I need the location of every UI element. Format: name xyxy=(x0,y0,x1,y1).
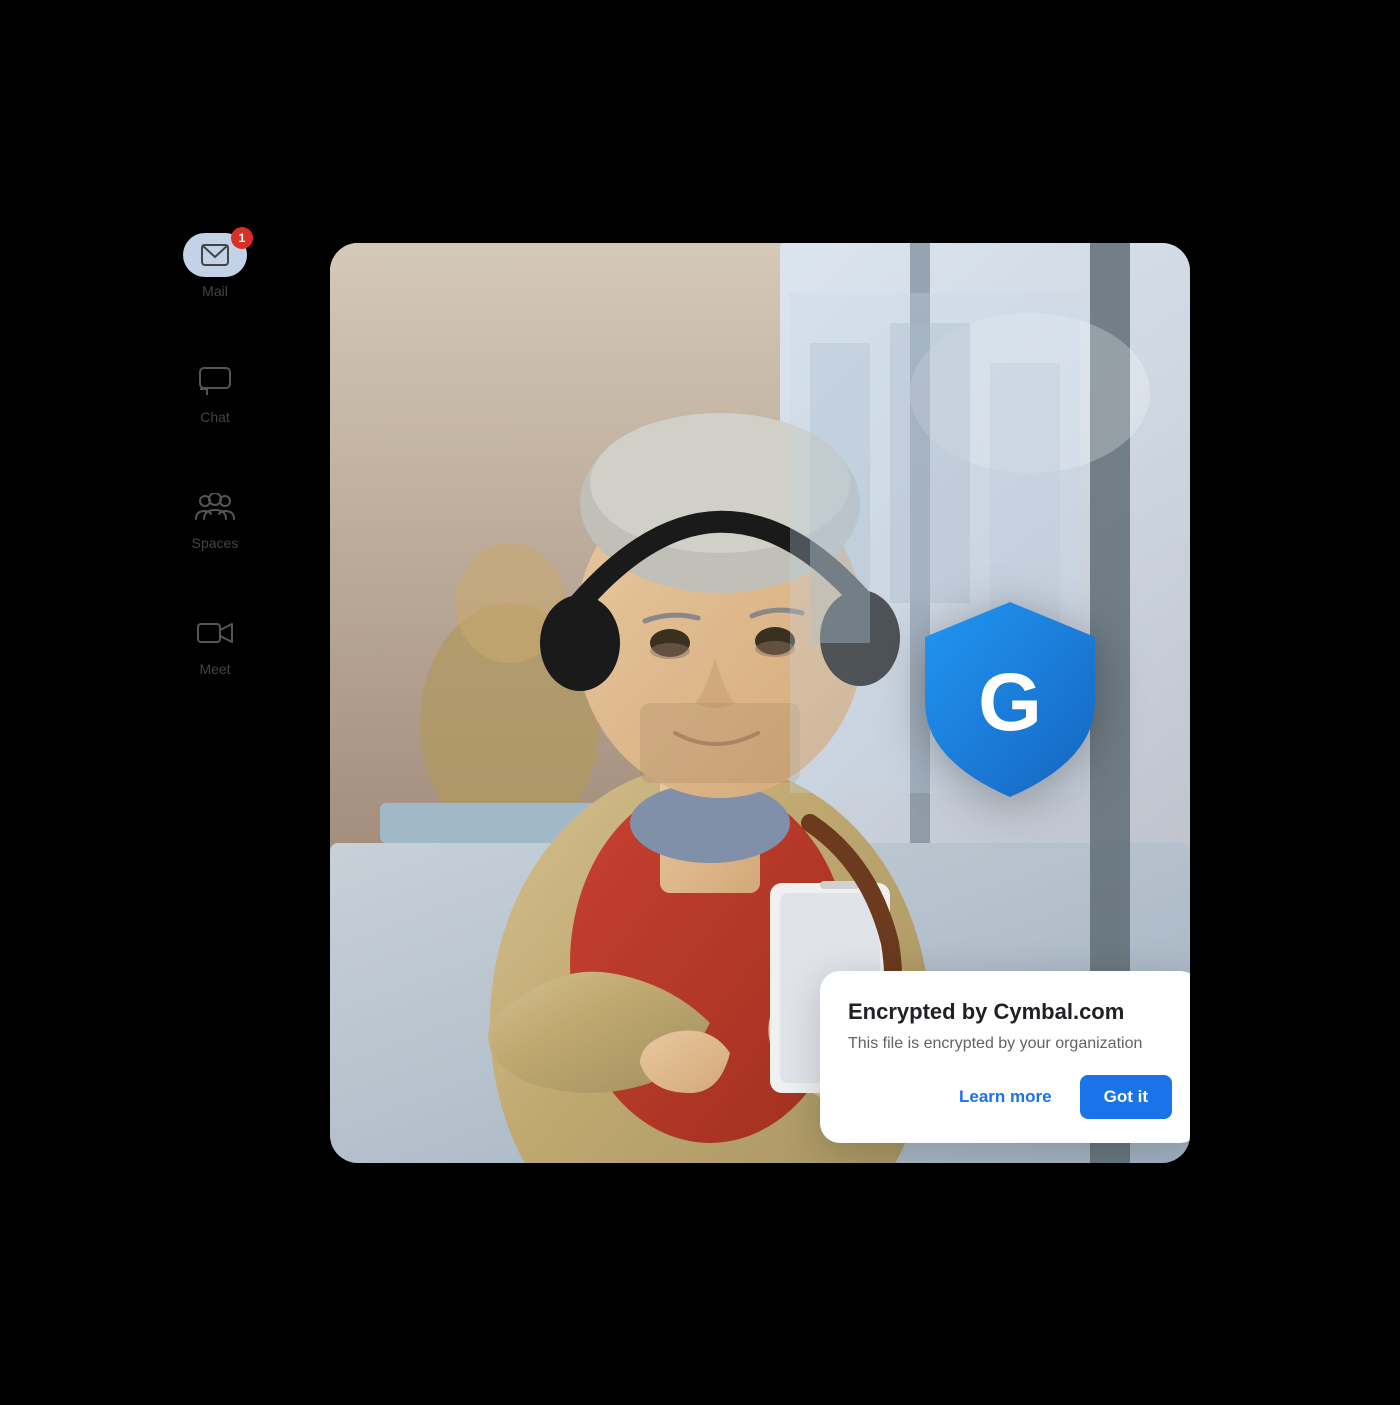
sidebar-item-mail-label: Mail xyxy=(202,283,228,299)
sidebar-item-chat-label: Chat xyxy=(200,409,230,425)
encryption-title: Encrypted by Cymbal.com xyxy=(848,999,1172,1025)
spaces-icon xyxy=(195,493,235,521)
scene: 1 Mail Chat xyxy=(150,153,1250,1253)
google-shield-icon: G xyxy=(910,592,1110,812)
sidebar-item-meet[interactable]: Meet xyxy=(193,611,237,677)
chat-icon-wrapper xyxy=(193,359,237,403)
spaces-icon-wrapper xyxy=(193,485,237,529)
sidebar-item-spaces-label: Spaces xyxy=(192,535,239,551)
google-shield-wrapper: G xyxy=(910,592,1110,812)
chat-icon xyxy=(199,367,231,395)
encryption-subtitle: This file is encrypted by your organizat… xyxy=(848,1035,1172,1053)
mail-pill: 1 xyxy=(183,233,247,277)
got-it-button[interactable]: Got it xyxy=(1080,1075,1172,1119)
mail-badge: 1 xyxy=(231,227,253,249)
learn-more-button[interactable]: Learn more xyxy=(947,1079,1064,1115)
meet-icon xyxy=(197,621,233,645)
encryption-card: Encrypted by Cymbal.com This file is enc… xyxy=(820,971,1190,1143)
sidebar-item-chat[interactable]: Chat xyxy=(193,359,237,425)
sidebar-item-meet-label: Meet xyxy=(199,661,230,677)
meet-icon-wrapper xyxy=(193,611,237,655)
sidebar-item-mail[interactable]: 1 Mail xyxy=(183,233,247,299)
mail-icon xyxy=(201,244,229,266)
svg-text:G: G xyxy=(978,657,1042,748)
encryption-actions: Learn more Got it xyxy=(848,1075,1172,1119)
photo-card: G Encrypted by Cymbal.com This file is e… xyxy=(330,243,1190,1163)
sidebar: 1 Mail Chat xyxy=(150,233,280,677)
sidebar-item-spaces[interactable]: Spaces xyxy=(192,485,239,551)
